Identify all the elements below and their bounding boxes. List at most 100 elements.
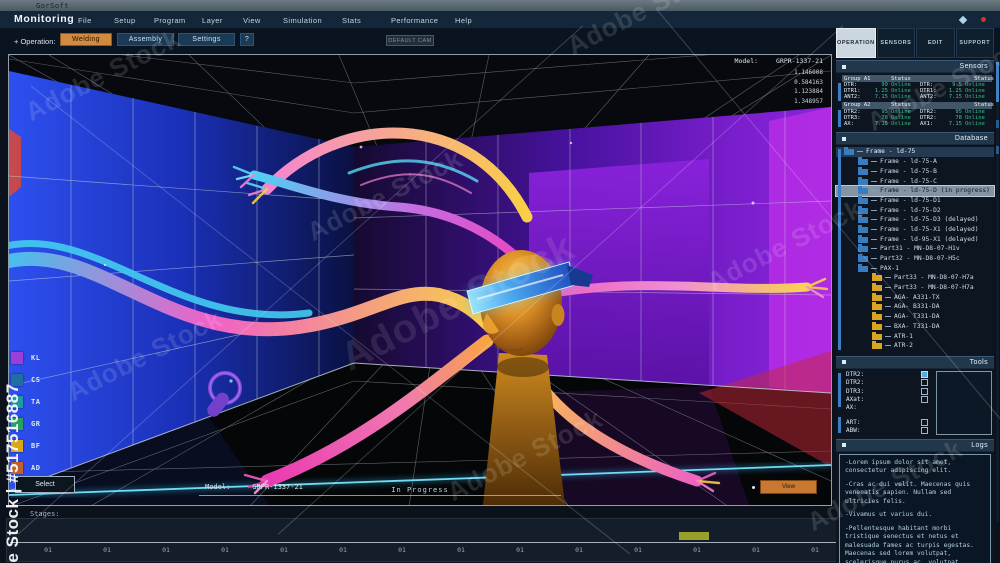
legend-item-ta[interactable]: TA: [11, 396, 40, 408]
checkbox[interactable]: [921, 395, 928, 403]
menu-monitoring[interactable]: Monitoring: [14, 13, 74, 25]
folder-icon: [858, 157, 868, 166]
legend-item-cs[interactable]: CS: [11, 374, 40, 386]
view-button[interactable]: View: [760, 480, 817, 494]
layer-legend: KL CS TA GR BF AD: [11, 352, 40, 484]
assembly-button[interactable]: Assembly: [117, 33, 174, 46]
tree-item[interactable]: Part31 - MN-D8-07-H1v: [836, 244, 994, 254]
tree-item[interactable]: Part33 - MN-D8-07-H7a: [836, 273, 994, 283]
scrollbar-thumb[interactable]: [996, 62, 999, 102]
tree-item[interactable]: AGA- B331-DA: [836, 302, 994, 312]
checkbox[interactable]: [921, 387, 928, 395]
folder-icon: [858, 254, 868, 263]
sensors-section-header[interactable]: Sensors: [836, 60, 994, 73]
tree-item[interactable]: Frame - ld-75-A: [836, 157, 994, 167]
tools-detail-box: [936, 370, 992, 435]
tab-support[interactable]: SUPPORT: [955, 28, 995, 58]
legend-item-kl[interactable]: KL: [11, 352, 40, 364]
help-button[interactable]: ?: [240, 33, 254, 46]
timeline-tick: 01: [103, 546, 111, 554]
timeline-strip[interactable]: [6, 518, 974, 562]
checkbox-checked[interactable]: [921, 371, 928, 379]
tab-operation[interactable]: OPERATION: [836, 28, 876, 58]
tree-item[interactable]: Frame - ld-75: [836, 147, 994, 157]
record-dot-icon: [981, 17, 986, 22]
bullet-icon: [842, 136, 846, 141]
logs-section-header[interactable]: Logs: [836, 438, 994, 452]
tree-item[interactable]: Frame - ld-75-X1 (delayed): [836, 224, 994, 235]
timeline-tick: 01: [516, 546, 524, 554]
tree-item[interactable]: Frame - ld-75-D3 (delayed): [836, 215, 994, 225]
log-line: -Lorem ipsum dolor sit amet, consectetur…: [845, 458, 952, 475]
tree-item[interactable]: Frame - ld-75-B: [836, 166, 994, 177]
tree-item[interactable]: PAX-1: [836, 263, 994, 273]
bottom-model-value: GRPR-1337-21: [252, 483, 303, 491]
tree-item[interactable]: Frame - ld-75-D1: [836, 195, 994, 206]
folder-icon: [872, 273, 882, 282]
tree-item[interactable]: Frame - ld-75-D2: [836, 205, 994, 215]
tree-item[interactable]: AGA- A331-TX: [836, 292, 994, 302]
tree-item[interactable]: Part32 - MN-D8-07-H5c: [836, 254, 994, 264]
status-diamond-icon: [958, 15, 968, 25]
legend-item-bf[interactable]: BF: [11, 440, 40, 452]
tree-item-selected[interactable]: Frame - ld-75-D (in progress): [835, 184, 995, 197]
default-cam-button[interactable]: Default Cam: [386, 35, 434, 46]
sensor-row: ANT2: 7.15 Online ANT2: 7.15 Online: [844, 94, 985, 101]
folder-icon: [872, 283, 882, 292]
indicator-dot: [752, 486, 755, 489]
sensor-row: DTR2: 95 Online DTR2: 95 Online: [844, 108, 985, 115]
3d-scene[interactable]: [9, 55, 831, 505]
select-button[interactable]: Select: [15, 476, 75, 493]
sensor-row: DTR: 99 Online DTR: 9.5 Online: [844, 82, 985, 89]
tab-edit[interactable]: EDIT: [916, 28, 955, 58]
menu-program[interactable]: Program: [154, 16, 186, 25]
tree-item[interactable]: AGA- T331-DA: [836, 312, 994, 322]
viewport-metrics: 1.146008 0.584163 1.123884 1.348957: [794, 69, 823, 105]
operation-label: + Operation:: [14, 37, 56, 46]
tree-item[interactable]: Part33 - MN-D8-07-H7a: [836, 283, 994, 293]
stages-label: Stages:: [30, 510, 60, 518]
tree-item[interactable]: ATR-2: [836, 341, 994, 351]
checkbox[interactable]: [921, 379, 928, 387]
menu-view[interactable]: View: [243, 16, 261, 25]
tab-sensors[interactable]: SENSORS: [876, 28, 916, 58]
checkbox[interactable]: [921, 427, 928, 435]
menu-performance[interactable]: Performance: [391, 16, 438, 25]
bullet-icon: [842, 360, 846, 365]
sidebar-scrollbar[interactable]: [996, 62, 999, 522]
tools-section-header[interactable]: Tools: [836, 355, 994, 369]
folder-icon: [858, 195, 868, 204]
menu-stats[interactable]: Stats: [342, 16, 361, 25]
model-underline: [199, 495, 561, 496]
legend-item-gr[interactable]: GR: [11, 418, 40, 430]
folder-icon: [858, 263, 868, 272]
checkbox[interactable]: [921, 419, 928, 427]
settings-button[interactable]: Settings: [178, 33, 235, 46]
folder-icon: [858, 176, 868, 185]
legend-item-ad[interactable]: AD: [11, 462, 40, 474]
menu-file[interactable]: File: [78, 16, 92, 25]
timeline-tick: 01: [634, 546, 642, 554]
database-tree: Frame - ld-75 Frame - ld-75-A Frame - ld…: [835, 145, 995, 353]
log-output: -Lorem ipsum dolor sit amet, consectetur…: [839, 453, 991, 563]
folder-icon: [858, 186, 868, 195]
title-bar: GorSoft: [0, 0, 1000, 11]
swatch-cs: [11, 374, 23, 386]
tool-row: DTR3:: [842, 387, 932, 395]
tree-item[interactable]: ATR-1: [836, 331, 994, 341]
timeline-tick: 01: [693, 546, 701, 554]
tree-item[interactable]: BXA- T331-DA: [836, 321, 994, 332]
tree-item[interactable]: Frame - ld-75-C: [836, 176, 994, 186]
menu-help[interactable]: Help: [455, 16, 472, 25]
menu-simulation[interactable]: Simulation: [283, 16, 322, 25]
tree-item[interactable]: Frame - ld-95-X1 (delayed): [836, 234, 994, 244]
menu-setup[interactable]: Setup: [114, 16, 136, 25]
timeline-tick: 01: [339, 546, 347, 554]
timeline-marker[interactable]: [679, 532, 709, 540]
tool-row: DTR2:: [842, 371, 932, 379]
bottom-model-label: Model:: [205, 483, 231, 491]
menu-layer[interactable]: Layer: [202, 16, 223, 25]
folder-icon: [844, 147, 854, 156]
welding-button[interactable]: Welding: [60, 33, 112, 46]
database-section-header[interactable]: Database: [836, 132, 994, 146]
